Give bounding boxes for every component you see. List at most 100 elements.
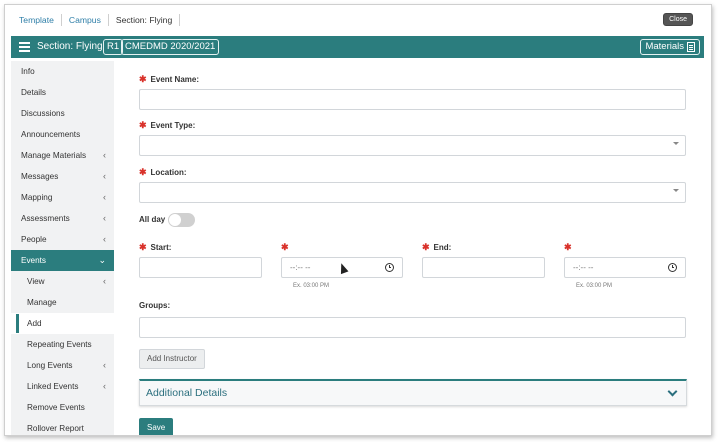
- sidebar-item-view[interactable]: View ‹: [11, 271, 114, 292]
- end-time-placeholder: --:-- --: [573, 263, 594, 272]
- chevron-left-icon: ‹: [103, 213, 106, 223]
- dropdown-arrow-icon: [673, 189, 679, 192]
- sidebar-item-discussions[interactable]: Discussions: [11, 103, 114, 124]
- chevron-left-icon: ‹: [103, 360, 106, 370]
- required-icon: ✱: [422, 242, 430, 252]
- sidebar-item-info[interactable]: Info: [11, 61, 114, 82]
- chevron-down-icon: ⌄: [98, 255, 106, 265]
- end-label-text: End:: [433, 243, 452, 252]
- chevron-left-icon: ‹: [103, 171, 106, 181]
- sidebar-item-label: Rollover Report: [27, 424, 84, 433]
- sidebar-item-details[interactable]: Details: [11, 82, 114, 103]
- groups-label: Groups:: [139, 301, 171, 310]
- end-date-input[interactable]: [422, 257, 545, 278]
- event-name-label-text: Event Name:: [150, 75, 200, 84]
- sidebar-item-label: Add: [27, 319, 42, 328]
- breadcrumb-campus[interactable]: Campus: [62, 14, 109, 26]
- section-header: Section: Flying R1 CMEDMD 2020/2021 Mate…: [11, 36, 704, 58]
- add-instructor-button[interactable]: Add Instructor: [139, 349, 205, 369]
- groups-input[interactable]: [139, 317, 686, 338]
- sidebar-item-label: Assessments: [21, 214, 70, 223]
- sidebar-item-assessments[interactable]: Assessments ‹: [11, 208, 114, 229]
- event-type-label: ✱ Event Type:: [139, 120, 195, 131]
- end-time-hint: Ex. 03:00 PM: [576, 283, 613, 289]
- sidebar-item-remove-events[interactable]: Remove Events: [11, 397, 114, 418]
- sidebar-item-label: People: [21, 235, 47, 244]
- sidebar-item-label: Remove Events: [27, 403, 85, 412]
- sidebar-item-add[interactable]: Add: [11, 313, 114, 334]
- breadcrumb: Template Campus Section: Flying: [15, 14, 181, 26]
- clock-icon[interactable]: [668, 263, 677, 272]
- sidebar-item-long-events[interactable]: Long Events ‹: [11, 355, 114, 376]
- required-icon: ✱: [139, 242, 147, 252]
- sidebar-item-manage[interactable]: Manage: [11, 292, 114, 313]
- required-icon: ✱: [564, 242, 572, 252]
- chevron-left-icon: ‹: [103, 234, 106, 244]
- sidebar-item-label: Messages: [21, 172, 59, 181]
- clock-icon[interactable]: [385, 263, 394, 272]
- dropdown-arrow-icon: [673, 142, 679, 145]
- event-form: ✱ Event Name: ✱ Event Type: ✱ Location: All…: [115, 61, 707, 435]
- end-time-input[interactable]: --:-- --: [564, 257, 686, 278]
- menu-icon[interactable]: [19, 42, 30, 52]
- materials-label: Materials: [645, 41, 684, 52]
- required-icon: ✱: [139, 167, 147, 177]
- sidebar-item-mapping[interactable]: Mapping ‹: [11, 187, 114, 208]
- start-time-placeholder: --:-- --: [290, 263, 311, 272]
- chevron-left-icon: ‹: [103, 381, 106, 391]
- sidebar-item-label: View: [27, 277, 45, 286]
- section-chip-year[interactable]: CMEDMD 2020/2021: [121, 39, 220, 55]
- additional-details-title: Additional Details: [146, 387, 228, 399]
- sidebar-item-people[interactable]: People ‹: [11, 229, 114, 250]
- chevron-left-icon: ‹: [103, 276, 106, 286]
- event-name-input[interactable]: [139, 89, 686, 110]
- sidebar-item-label: Events: [21, 256, 47, 265]
- sidebar-item-label: Linked Events: [27, 382, 79, 391]
- sidebar-item-label: Discussions: [21, 109, 65, 118]
- required-icon: ✱: [281, 242, 289, 252]
- chevron-left-icon: ‹: [103, 192, 106, 202]
- chevron-down-icon: [667, 386, 678, 397]
- sidebar-item-label: Announcements: [21, 130, 81, 139]
- sidebar-item-rollover-report[interactable]: Rollover Report: [11, 418, 114, 435]
- sidebar-item-manage-materials[interactable]: Manage Materials ‹: [11, 145, 114, 166]
- location-select[interactable]: [139, 182, 686, 203]
- breadcrumb-section: Section: Flying: [109, 14, 181, 26]
- all-day-label: All day: [139, 215, 166, 224]
- chevron-left-icon: ‹: [103, 150, 106, 160]
- sidebar-item-label: Info: [21, 67, 35, 76]
- sidebar-item-linked-events[interactable]: Linked Events ‹: [11, 376, 114, 397]
- sidebar-item-label: Mapping: [21, 193, 53, 202]
- event-type-label-text: Event Type:: [150, 121, 196, 130]
- sidebar-item-label: Manage: [27, 298, 57, 307]
- breadcrumb-template[interactable]: Template: [15, 14, 62, 26]
- sidebar-item-events[interactable]: Events ⌄: [11, 250, 114, 271]
- end-time-label: ✱: [564, 242, 576, 253]
- required-icon: ✱: [139, 74, 147, 84]
- sidebar: Info Details Discussions Announcements M…: [11, 61, 114, 435]
- location-label-text: Location:: [150, 168, 187, 177]
- sidebar-item-label: Details: [21, 88, 47, 97]
- event-name-label: ✱ Event Name:: [139, 74, 199, 85]
- start-label: ✱ Start:: [139, 242, 171, 253]
- sidebar-item-label: Repeating Events: [27, 340, 92, 349]
- start-time-label: ✱: [281, 242, 293, 253]
- end-label: ✱ End:: [422, 242, 451, 253]
- sidebar-item-announcements[interactable]: Announcements: [11, 124, 114, 145]
- sidebar-item-messages[interactable]: Messages ‹: [11, 166, 114, 187]
- sidebar-item-label: Manage Materials: [21, 151, 87, 160]
- event-type-select[interactable]: [139, 135, 686, 156]
- close-button[interactable]: Close: [663, 13, 693, 26]
- app-window: Template Campus Section: Flying Close Se…: [4, 4, 712, 436]
- additional-details-panel[interactable]: Additional Details: [139, 379, 687, 406]
- start-date-input[interactable]: [139, 257, 262, 278]
- location-label: ✱ Location:: [139, 167, 187, 178]
- sidebar-item-label: Long Events: [27, 361, 73, 370]
- required-icon: ✱: [139, 120, 147, 130]
- document-icon: [687, 42, 695, 52]
- all-day-toggle[interactable]: [168, 213, 195, 227]
- section-title: Section: Flying: [37, 41, 103, 52]
- materials-button[interactable]: Materials: [640, 39, 700, 55]
- save-button[interactable]: Save: [139, 418, 174, 435]
- sidebar-item-repeating-events[interactable]: Repeating Events: [11, 334, 114, 355]
